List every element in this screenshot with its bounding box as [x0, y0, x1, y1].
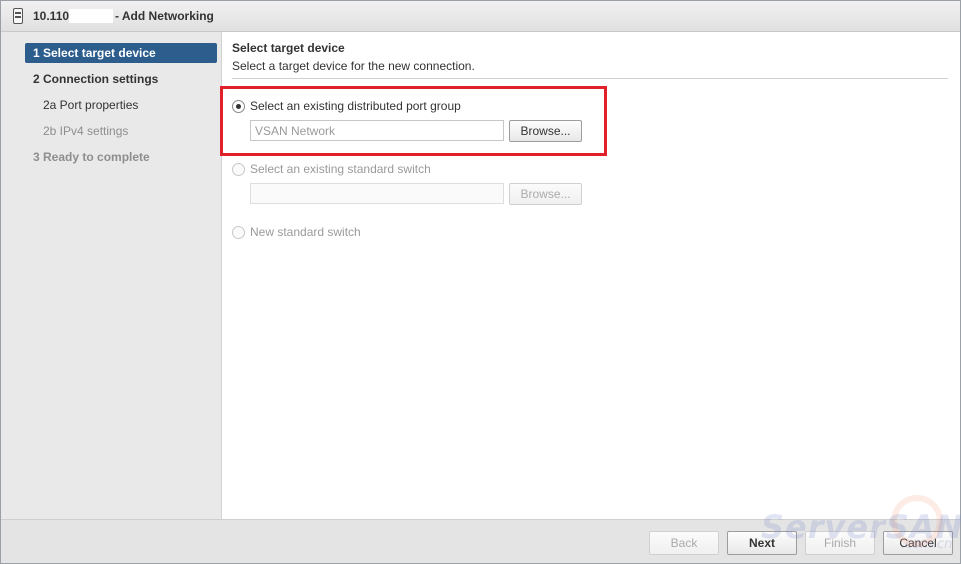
back-button: Back [649, 531, 719, 555]
step-port-properties[interactable]: 2a Port properties [25, 95, 138, 115]
option-standard-switch-label: Select an existing standard switch [250, 162, 431, 176]
wizard-steps-sidebar: 1 Select target device 2 Connection sett… [1, 32, 222, 519]
standard-switch-field [250, 183, 504, 204]
page-title: Select target device [232, 41, 345, 55]
header-divider [232, 78, 948, 79]
redacted-ip-block [69, 9, 113, 23]
page-subtitle: Select a target device for the new conne… [232, 59, 475, 73]
next-button[interactable]: Next [727, 531, 797, 555]
browse-standard-switch-button: Browse... [509, 183, 582, 205]
option-new-standard-switch-label: New standard switch [250, 225, 361, 239]
title-host-ip: 10.110. [33, 9, 73, 23]
radio-new-standard-switch [232, 226, 245, 239]
annotation-highlight-box [220, 86, 607, 156]
step-connection-settings[interactable]: 2 Connection settings [25, 69, 158, 89]
finish-button: Finish [805, 531, 875, 555]
host-icon [13, 8, 23, 24]
cancel-button[interactable]: Cancel [883, 531, 953, 555]
step-select-target-device[interactable]: 1 Select target device [25, 43, 217, 63]
wizard-footer: Back Next Finish Cancel [1, 519, 960, 563]
dialog-title: - Add Networking [115, 9, 214, 23]
radio-standard-switch [232, 163, 245, 176]
title-bar: 10.110. - Add Networking [1, 1, 960, 32]
step-ready-to-complete: 3 Ready to complete [33, 150, 150, 164]
add-networking-dialog: 10.110. - Add Networking 1 Select target… [0, 0, 961, 564]
step-ipv4-settings: 2b IPv4 settings [43, 124, 129, 138]
